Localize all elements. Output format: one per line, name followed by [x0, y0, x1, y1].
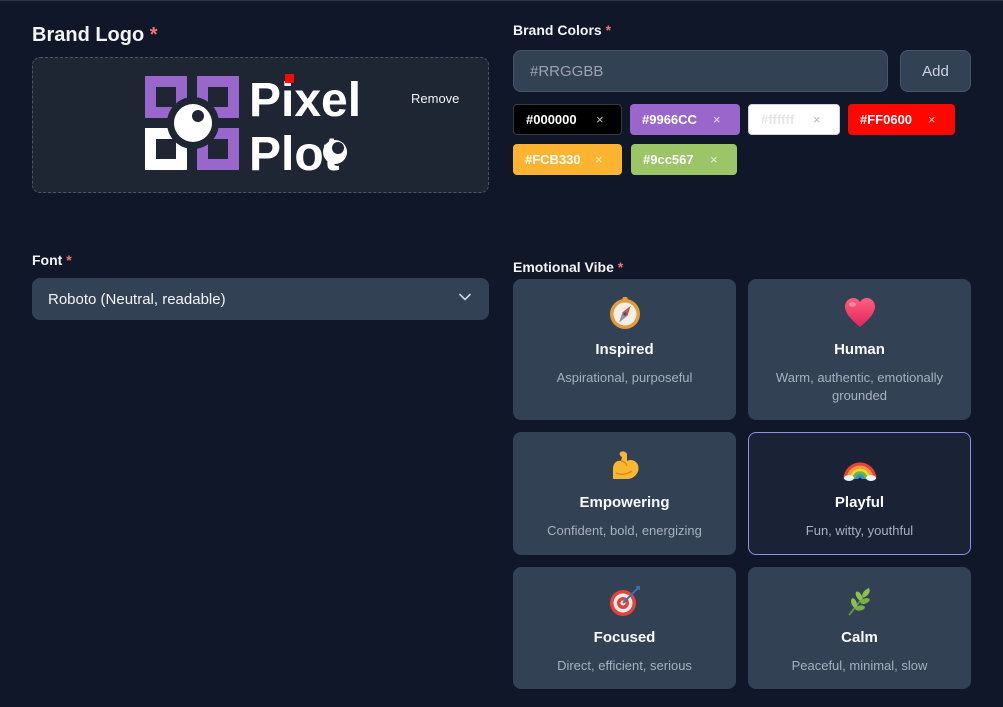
vibe-card-description: Confident, bold, energizing [547, 523, 702, 538]
vibe-card-description: Warm, authentic, emotionally grounded [775, 370, 944, 403]
vibe-card-title: Calm [841, 629, 878, 646]
vibe-card-description: Fun, witty, youthful [805, 523, 914, 538]
brand-logo-label: Brand Logo * [32, 24, 158, 46]
bullseye-icon [514, 584, 735, 618]
vibe-card-empowering[interactable]: Empowering Confident, bold, energizing [513, 432, 736, 555]
herb-icon [749, 584, 970, 618]
brand-colors-label: Brand Colors * [513, 22, 612, 38]
rainbow-icon [749, 449, 970, 483]
flexed-biceps-icon [514, 449, 735, 483]
remove-chip-icon[interactable]: × [813, 112, 821, 127]
remove-chip-icon[interactable]: × [928, 112, 936, 127]
vibe-card-inspired[interactable]: Inspired Aspirational, purposeful [513, 279, 736, 420]
heart-icon [749, 296, 970, 330]
color-chip: #000000 × [513, 104, 622, 135]
remove-chip-icon[interactable]: × [595, 152, 603, 167]
compass-icon [514, 296, 735, 330]
vibe-card-title: Inspired [595, 341, 654, 358]
font-selected-value: Roboto (Neutral, readable) [48, 290, 226, 308]
vibe-card-playful[interactable]: Playful Fun, witty, youthful [748, 432, 971, 555]
color-hex-input[interactable] [513, 50, 888, 92]
font-label: Font * [32, 252, 72, 268]
remove-chip-icon[interactable]: × [710, 152, 718, 167]
pixel-plot-logo: Pixel Plot [145, 74, 361, 176]
color-chip: #9cc567 × [631, 144, 737, 175]
top-divider [0, 0, 1003, 1]
vibe-card-human[interactable]: Human Warm, authentic, emotionally groun… [748, 279, 971, 420]
add-color-button[interactable]: Add [900, 50, 971, 92]
vibe-card-description: Aspirational, purposeful [556, 370, 693, 385]
vibe-card-description: Peaceful, minimal, slow [791, 658, 928, 673]
color-chip: #FCB330 × [513, 144, 622, 175]
remove-logo-button[interactable]: Remove [411, 91, 459, 106]
vibe-card-title: Focused [593, 629, 656, 646]
vibe-card-description: Direct, efficient, serious [557, 658, 692, 673]
emotional-vibe-label: Emotional Vibe * [513, 259, 624, 275]
logo-dropzone[interactable]: Pixel Plot Remove [32, 57, 489, 193]
color-chip: #FF0600 × [848, 104, 955, 135]
remove-chip-icon[interactable]: × [596, 112, 604, 127]
chevron-down-icon [459, 293, 471, 301]
vibe-card-title: Playful [834, 494, 885, 511]
font-select[interactable]: Roboto (Neutral, readable) [32, 278, 489, 320]
color-chip: #ffffff × [748, 104, 840, 135]
logo-text-pixel: Pixel [249, 74, 361, 127]
vibe-card-title: Empowering [579, 494, 670, 511]
vibe-card-calm[interactable]: Calm Peaceful, minimal, slow [748, 567, 971, 689]
remove-chip-icon[interactable]: × [713, 112, 721, 127]
vibe-card-focused[interactable]: Focused Direct, efficient, serious [513, 567, 736, 689]
color-chip: #9966CC × [630, 104, 740, 135]
vibe-card-title: Human [834, 341, 885, 358]
